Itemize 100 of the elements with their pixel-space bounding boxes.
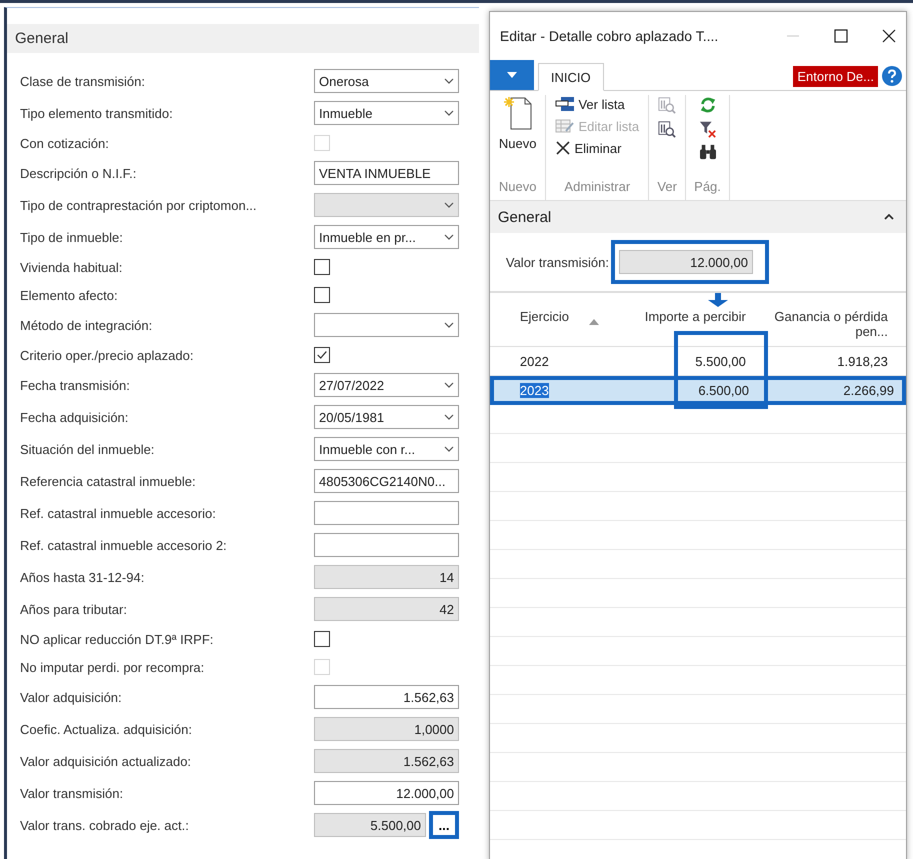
field-label: Valor trans. cobrado eje. act.: [20,818,190,832]
dropdown-field[interactable]: Inmueble en pr... [314,225,459,249]
input-field[interactable] [314,533,459,557]
input-field[interactable]: 1,0000 [314,717,459,741]
input-field[interactable]: 1.562,63 [314,685,459,709]
chevron-down-icon [444,382,454,388]
table-row[interactable]: 2022 5.500,00 1.918,23 [490,347,906,376]
field-label: Fecha transmisión: [20,378,131,392]
chevron-down-icon [444,110,454,116]
environment-badge: Entorno De... [793,66,878,87]
view-list-button[interactable]: Ver lista [554,95,640,113]
field-label: Clase de transmisión: [20,74,146,88]
ribbon-group-label: Ver [657,179,677,194]
field-label: Años para tributar: [20,602,128,616]
field-label: Fecha adquisición: [20,410,130,424]
table-cell-text: 1.918,23 [836,354,889,369]
checkbox[interactable] [314,347,330,363]
input-field[interactable]: 1.562,63 [314,749,459,773]
checkbox[interactable] [314,631,330,647]
field-label: Tipo de inmueble: [20,230,124,244]
field-label: Valor transmisión: [20,786,124,800]
field-label: Criterio oper./precio aplazado: [20,348,194,362]
ribbon-group-label: Pág. [694,179,721,194]
chevron-down-icon [444,234,454,240]
maximize-icon[interactable] [834,29,848,43]
help-icon[interactable] [882,66,902,86]
field-label: Referencia catastral inmueble: [20,474,197,488]
field-label: No imputar perdi. por recompra: [20,660,206,674]
dropdown-field[interactable] [314,313,459,337]
checkbox[interactable] [314,287,330,303]
refresh-icon [698,96,717,114]
field-label: Valor adquisición actualizado: [20,754,192,768]
field-label: Tipo de contraprestación por criptomon... [20,198,258,212]
input-field[interactable]: 12.000,00 [314,781,459,805]
input-field[interactable]: VENTA INMUEBLE [314,161,459,185]
field-label: Ref. catastral inmueble accesorio: [20,506,217,520]
column-header[interactable]: Ejercicio [490,309,640,325]
field-label: Valor adquisición: [20,690,123,704]
menu-button[interactable] [490,60,534,90]
input-field[interactable]: 5.500,00 [314,813,426,837]
lookup-button[interactable]: ... [429,811,459,839]
field-label: Descripción o N.I.F.: [20,166,138,180]
dropdown-field[interactable]: 27/07/2022 [314,373,459,397]
field-label: Tipo elemento transmitido: [20,106,174,120]
column-header[interactable]: Importe a percibir [640,309,760,324]
input-field[interactable]: 14 [314,565,459,589]
x-icon [555,140,572,156]
ribbon-group-label: Nuevo [498,179,536,194]
clear-filter-icon [698,120,717,138]
list-icon [555,96,576,112]
chevron-down-icon [444,446,454,452]
dropdown-field[interactable]: 20/05/1981 [314,405,459,429]
section-header: General [7,24,479,53]
table-cell-text: 2022 [518,354,550,369]
field-label: Coefic. Actualiza. adquisición: [20,722,193,736]
dropdown-field[interactable]: Inmueble [314,101,459,125]
delete-button[interactable]: Eliminar [554,139,640,157]
checkbox[interactable] [314,259,330,275]
table-cell-text: 5.500,00 [694,354,747,369]
field-label: Con cotización: [20,136,110,150]
field-label: Valor transmisión: [506,254,609,270]
input-field[interactable] [314,501,459,525]
toolbar-button[interactable] [657,119,678,139]
dropdown-field[interactable] [314,193,459,217]
window-title: Editar - Detalle cobro aplazado T.... [500,28,718,44]
input-field[interactable]: 42 [314,597,459,621]
toolbar-button[interactable] [698,143,718,161]
chevron-down-icon [444,78,454,84]
close-icon[interactable] [882,29,896,43]
field-label: Elemento afecto: [20,288,119,302]
section-header[interactable]: General [490,201,906,233]
chevron-down-icon [444,202,454,208]
ribbon-tab[interactable]: INICIO [538,63,604,91]
down-arrow [708,293,728,307]
table-cell-text: 2023 [518,383,550,398]
new-button[interactable]: Nuevo [498,95,538,152]
dropdown-field[interactable]: Inmueble con r... [314,437,459,461]
chevron-down-icon [444,322,454,328]
field-label: Método de integración: [20,318,154,332]
field-label: Situación del inmueble: [20,442,156,456]
new-document-icon [502,96,533,130]
field-label: Vivienda habitual: [20,260,124,274]
sort-up-icon [589,319,599,325]
table-search-icon [658,120,676,138]
checkmark-icon [316,349,328,361]
column-header[interactable]: Ganancia o pérdida pen... [760,309,900,339]
edit-list-icon [555,118,576,134]
input-field[interactable]: 4805306CG2140N0... [314,469,459,493]
table-cell-text: 6.500,00 [697,383,750,398]
chevron-up-icon [884,214,894,220]
dropdown-field[interactable]: Onerosa [314,69,459,93]
input-field[interactable]: 12.000,00 [618,250,753,274]
toolbar-button[interactable] [698,119,718,139]
field-label: Ref. catastral inmueble accesorio 2: [20,538,228,552]
caret-icon [506,72,517,78]
binoculars-icon [698,144,717,160]
ribbon-group-label: Administrar [564,179,630,194]
field-label: NO aplicar reducción DT.9ª IRPF: [20,632,214,646]
table-row[interactable]: 2023 6.500,00 2.266,99 [490,376,906,405]
chevron-down-icon [444,414,454,420]
